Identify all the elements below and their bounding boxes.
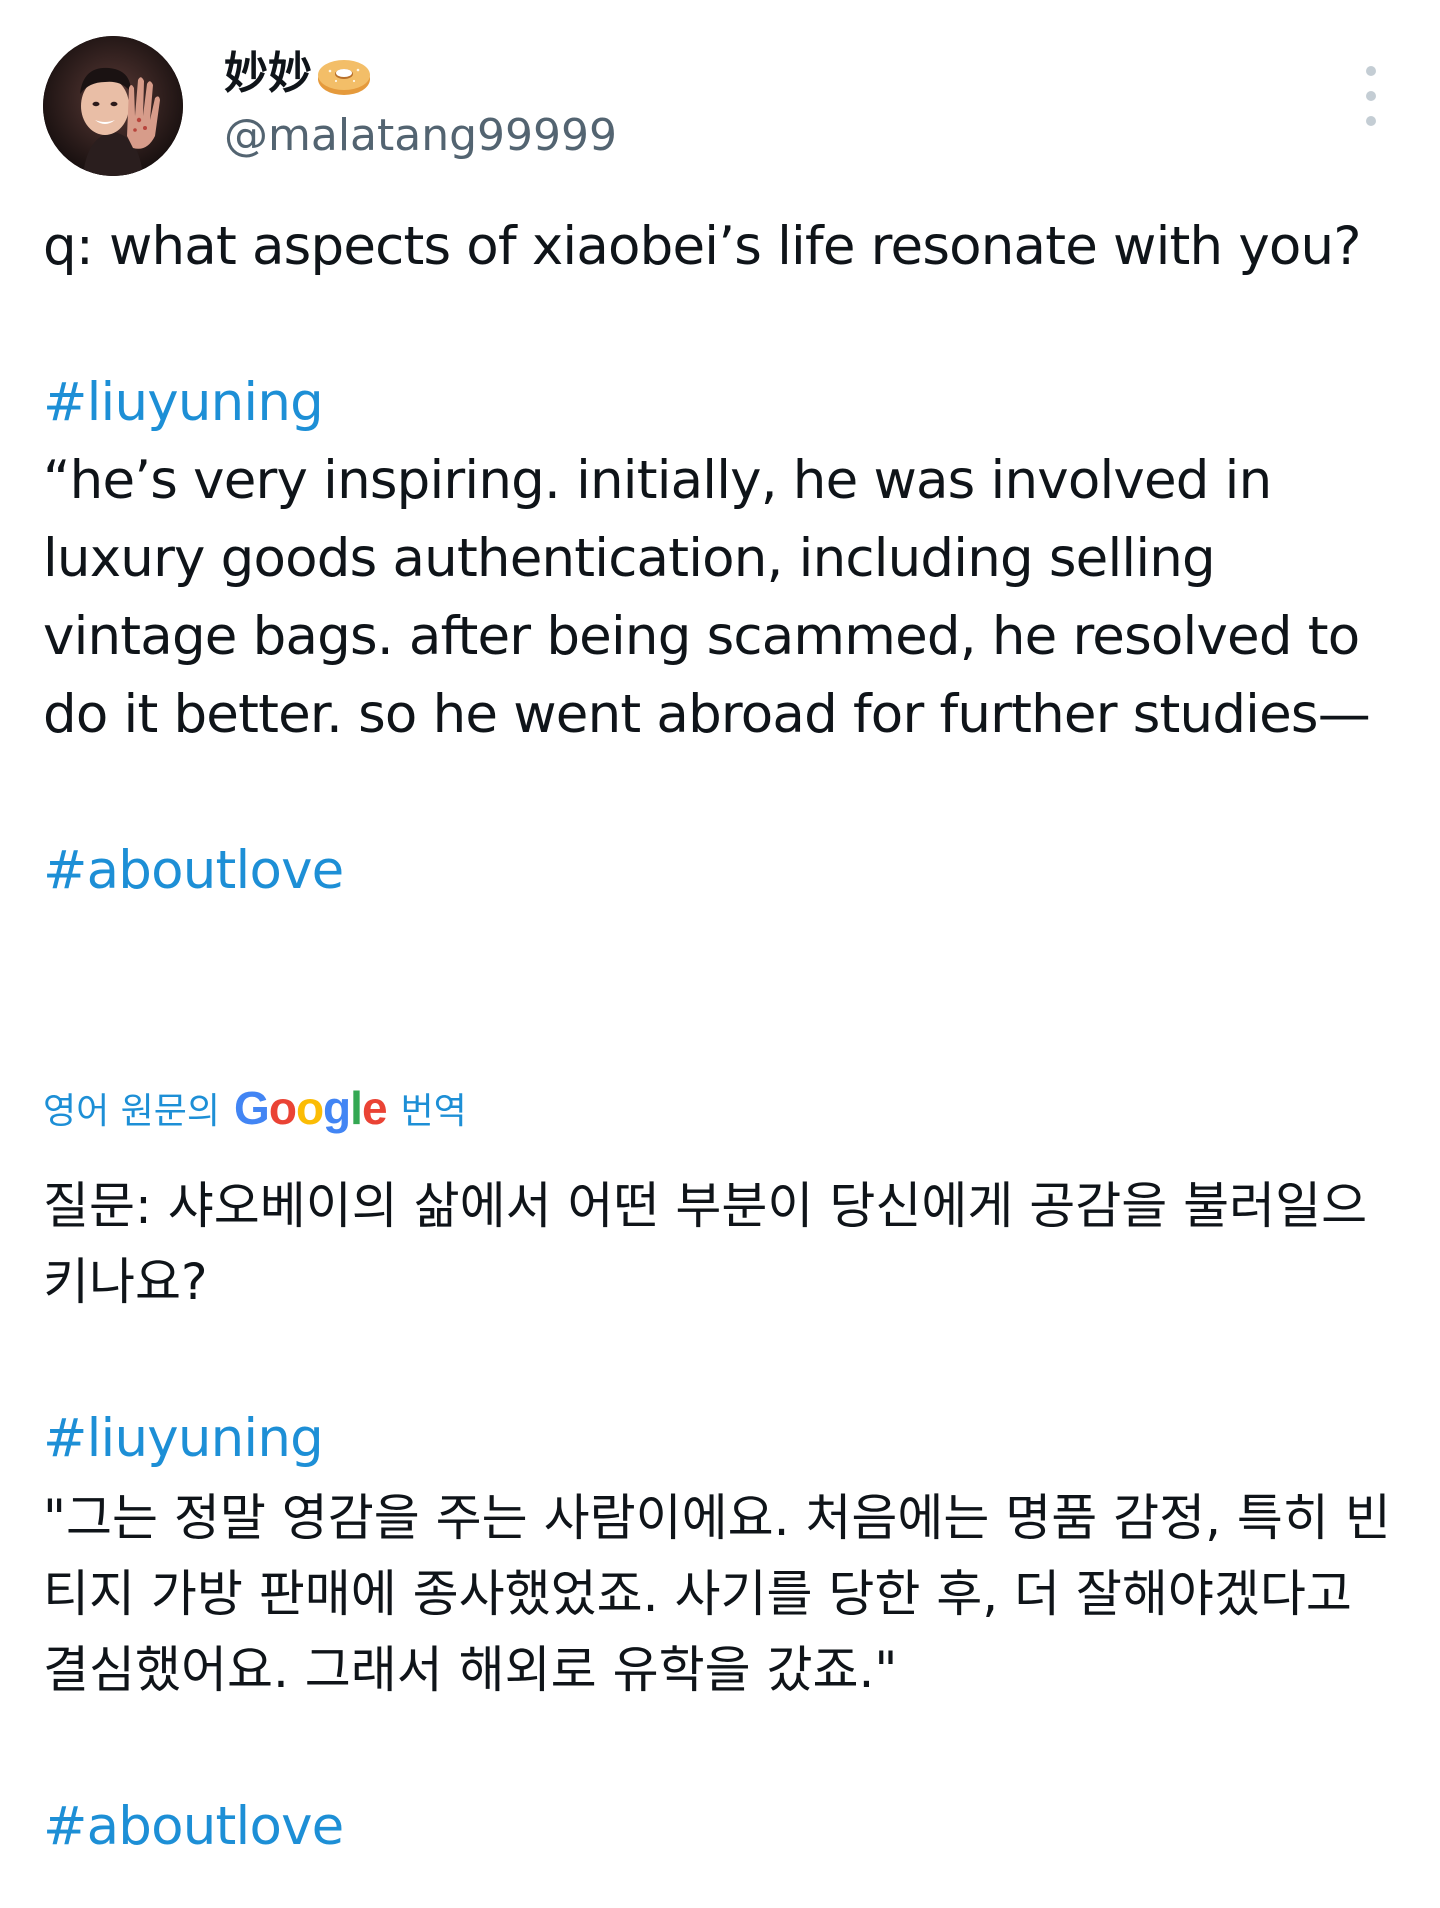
translation-suffix: 번역 — [400, 1091, 467, 1132]
quote-text: “he’s very inspiring. initially, he was … — [43, 450, 1376, 745]
display-name-row[interactable]: 妙妙 — [224, 44, 617, 104]
translated-quote: "그는 정말 영감을 주는 사람이에요. 처음에는 명품 감정, 특히 빈티지 … — [43, 1489, 1391, 1699]
google-logo: Google — [234, 1082, 387, 1134]
avatar[interactable] — [43, 36, 183, 176]
translated-hashtag-liuyuning[interactable]: #liuyuning — [43, 1408, 324, 1469]
translated-question: 질문: 샤오베이의 삶에서 어떤 부분이 당신에게 공감을 불러일으키나요? — [43, 1177, 1368, 1311]
user-handle[interactable]: @malatang99999 — [224, 106, 617, 166]
translation-prefix: 영어 원문의 — [43, 1091, 221, 1132]
translated-hashtag-aboutlove[interactable]: #aboutlove — [43, 1796, 344, 1857]
bagel-icon — [314, 49, 374, 99]
tweet: 妙妙 @malatang99999 q: what aspects of xia… — [0, 0, 1440, 1908]
more-options-icon[interactable] — [1356, 66, 1386, 126]
avatar-image — [43, 36, 183, 176]
hashtag-aboutlove[interactable]: #aboutlove — [43, 840, 344, 901]
tweet-header: 妙妙 @malatang99999 — [43, 36, 1403, 182]
tweet-text: q: what aspects of xiaobei’s life resona… — [43, 208, 1383, 910]
translated-text: 질문: 샤오베이의 삶에서 어떤 부분이 당신에게 공감을 불러일으키나요? #… — [43, 1168, 1403, 1868]
user-names: 妙妙 @malatang99999 — [224, 44, 617, 166]
translation-label[interactable]: 영어 원문의 Google 번역 — [43, 1082, 467, 1134]
display-name[interactable]: 妙妙 — [224, 44, 312, 104]
hashtag-liuyuning[interactable]: #liuyuning — [43, 372, 324, 433]
question-text: q: what aspects of xiaobei’s life resona… — [43, 216, 1361, 277]
